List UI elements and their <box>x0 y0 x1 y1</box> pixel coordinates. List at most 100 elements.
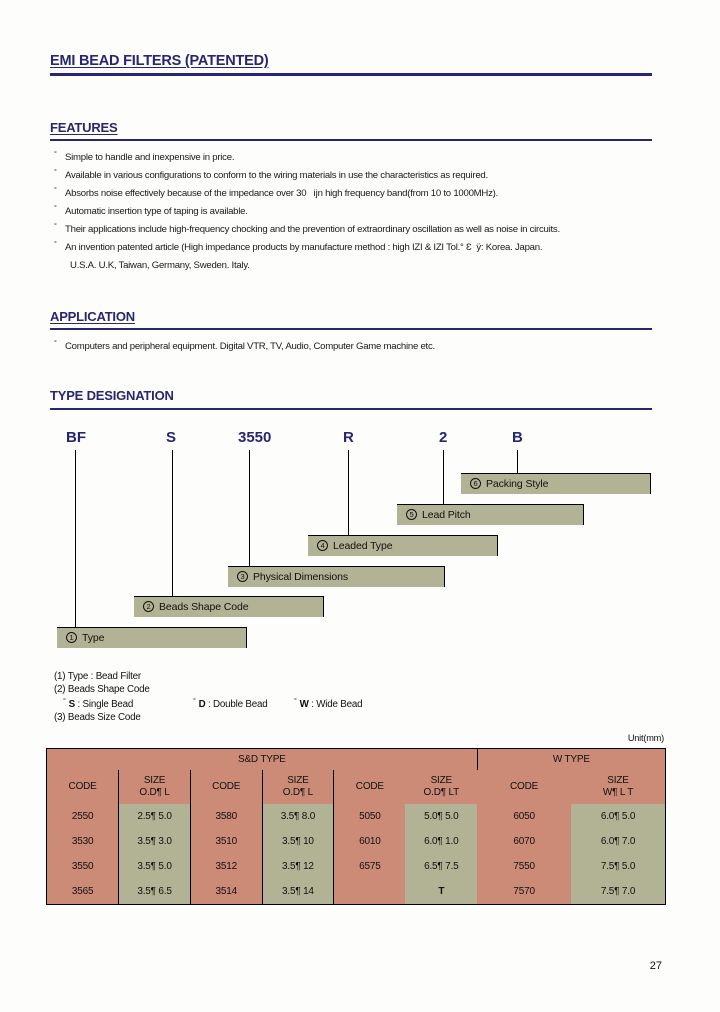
legend-shape-line: (2) Beads Shape Code <box>54 684 150 695</box>
bullet-icon: ° <box>54 151 57 158</box>
cell-code: 3580 <box>190 804 263 829</box>
code-token-packing: B <box>512 429 523 446</box>
cell-code: 3510 <box>190 829 263 854</box>
cell-size: 6.0¶ 7.0 <box>571 829 665 854</box>
cell-size: 7.5¶ 5.0 <box>571 854 665 879</box>
col-header-line1: SIZE <box>143 775 166 786</box>
bullet-icon: ° <box>294 698 297 705</box>
cell-code: 3550 <box>47 854 120 879</box>
circled-number-icon: 6 <box>470 478 481 489</box>
col-header-line1: SIZE <box>287 775 309 786</box>
shape-code-desc: : Double Bead <box>208 699 268 710</box>
code-token-shape: S <box>166 429 177 446</box>
features-heading: FEATURES <box>50 120 118 135</box>
cell-size: 5.0¶ 5.0 <box>405 804 478 829</box>
callout-label: Packing Style <box>486 478 549 490</box>
table-row: 2550 2.5¶ 5.0 3580 3.5¶ 8.0 5050 5.0¶ 5.… <box>47 804 665 829</box>
col-header-line2: O.D¶ LT <box>423 787 460 798</box>
cell-size: 3.5¶ 10 <box>262 829 335 854</box>
features-heading-rule <box>50 139 652 141</box>
table-row: 3550 3.5¶ 5.0 3512 3.5¶ 12 6575 6.5¶ 7.5… <box>47 854 665 879</box>
cell-code: 3530 <box>47 829 120 854</box>
title-underline-rule <box>50 73 652 76</box>
code-token-lead-pitch: 2 <box>439 429 448 446</box>
cell-size: 3.5¶ 8.0 <box>262 804 335 829</box>
table-row: 3565 3.5¶ 6.5 3514 3.5¶ 14 T 7570 7.5¶ 7… <box>47 879 665 904</box>
col-header-size-2: SIZE O.D¶ L <box>262 770 335 804</box>
bullet-icon: ° <box>54 205 57 212</box>
feature-text: Absorbs noise effectively because of the… <box>65 188 498 199</box>
size-code-table: S&D TYPE W TYPE CODE SIZE O.D¶ L CODE SI… <box>46 748 666 905</box>
cell-size: 6.0¶ 5.0 <box>571 804 665 829</box>
cell-code: 7550 <box>477 854 572 879</box>
col-header-line1: CODE <box>68 781 97 792</box>
callout-beads-shape-code: 2 Beads Shape Code <box>134 596 324 617</box>
bullet-icon: ° <box>63 698 66 705</box>
callout-lead-pitch: 5 Lead Pitch <box>397 504 584 525</box>
feature-item-4: ° Automatic insertion type of taping is a… <box>54 205 248 217</box>
cell-code: 6575 <box>333 854 406 879</box>
feature-item-6-continuation: U.S.A. U.K, Taiwan, Germany, Sweden. Ita… <box>70 260 250 271</box>
legend-shape-code-wide: ° W : Wide Bead <box>294 698 363 710</box>
feature-text: Available in various configurations to c… <box>65 170 488 181</box>
callout-label: Type <box>82 632 105 644</box>
bullet-icon: ° <box>193 698 196 705</box>
callout-physical-dimensions: 3 Physical Dimensions <box>228 566 445 587</box>
shape-code-letter: W <box>299 699 309 710</box>
code-token-leaded: R <box>343 429 354 446</box>
code-token-type: BF <box>66 429 86 446</box>
datasheet-page: EMI BEAD FILTERS (PATENTED) FEATURES ° Si… <box>0 0 720 1012</box>
col-header-size-3: SIZE O.D¶ LT <box>405 770 478 804</box>
circled-number-icon: 1 <box>66 632 77 643</box>
col-header-code-3: CODE <box>333 770 406 804</box>
table-column-header-row: CODE SIZE O.D¶ L CODE SIZE O.D¶ L CODE S… <box>47 770 665 804</box>
cell-size: 6.5¶ 7.5 <box>405 854 478 879</box>
feature-text: An invention patented article (High impe… <box>65 242 543 253</box>
cell-size: 3.5¶ 6.5 <box>118 879 191 904</box>
callout-label: Beads Shape Code <box>159 601 249 613</box>
cell-size: 7.5¶ 7.0 <box>571 879 665 904</box>
bullet-icon: ° <box>54 241 57 248</box>
legend-type-line: (1) Type : Bead Filter <box>54 671 141 682</box>
col-header-size-4: SIZE W¶ L T <box>571 770 665 804</box>
cell-code: 6050 <box>477 804 572 829</box>
circled-number-icon: 2 <box>143 601 154 612</box>
col-header-line1: SIZE <box>607 775 629 786</box>
leader-line-dimensions <box>249 450 251 566</box>
feature-item-1: ° Simple to handle and inexpensive in pri… <box>54 151 234 163</box>
col-header-code-1: CODE <box>47 770 120 804</box>
col-header-size-1: SIZE O.D¶ L <box>118 770 191 804</box>
feature-item-6: ° An invention patented article (High imp… <box>54 241 543 253</box>
cell-size: 2.5¶ 5.0 <box>118 804 191 829</box>
legend-size-code-line: (3) Beads Size Code <box>54 712 141 723</box>
table-group-header-row: S&D TYPE W TYPE <box>47 749 665 770</box>
callout-packing-style: 6 Packing Style <box>461 473 651 494</box>
application-heading: APPLICATION <box>50 309 135 324</box>
group-header-w: W TYPE <box>477 749 665 770</box>
bullet-icon: ° <box>54 340 57 347</box>
leader-line-shape <box>172 450 174 596</box>
page-title: EMI BEAD FILTERS (PATENTED) <box>50 53 269 69</box>
shape-code-letter: D <box>198 699 206 710</box>
col-header-line1: SIZE <box>430 775 453 786</box>
leader-line-packing <box>517 450 519 474</box>
col-header-line1: CODE <box>510 781 539 792</box>
feature-item-3: ° Absorbs noise effectively because of th… <box>54 187 498 199</box>
cell-code: 3512 <box>190 854 263 879</box>
callout-leaded-type: 4 Leaded Type <box>308 535 498 556</box>
cell-code: 2550 <box>47 804 120 829</box>
circled-number-icon: 3 <box>237 571 248 582</box>
feature-text: Automatic insertion type of taping is av… <box>65 206 248 217</box>
shape-code-desc: : Wide Bead <box>311 699 363 710</box>
bullet-icon: ° <box>54 187 57 194</box>
cell-code: 7570 <box>477 879 572 904</box>
cell-code: 3514 <box>190 879 263 904</box>
col-header-line2: O.D¶ L <box>282 787 314 798</box>
shape-code-desc: : Single Bead <box>77 699 134 710</box>
legend-shape-code-single: ° S : Single Bead <box>63 698 134 710</box>
callout-label: Lead Pitch <box>422 509 471 521</box>
col-header-line1: CODE <box>212 781 241 792</box>
cell-size: T <box>405 879 478 904</box>
application-heading-rule <box>50 328 652 330</box>
cell-size: 3.5¶ 12 <box>262 854 335 879</box>
